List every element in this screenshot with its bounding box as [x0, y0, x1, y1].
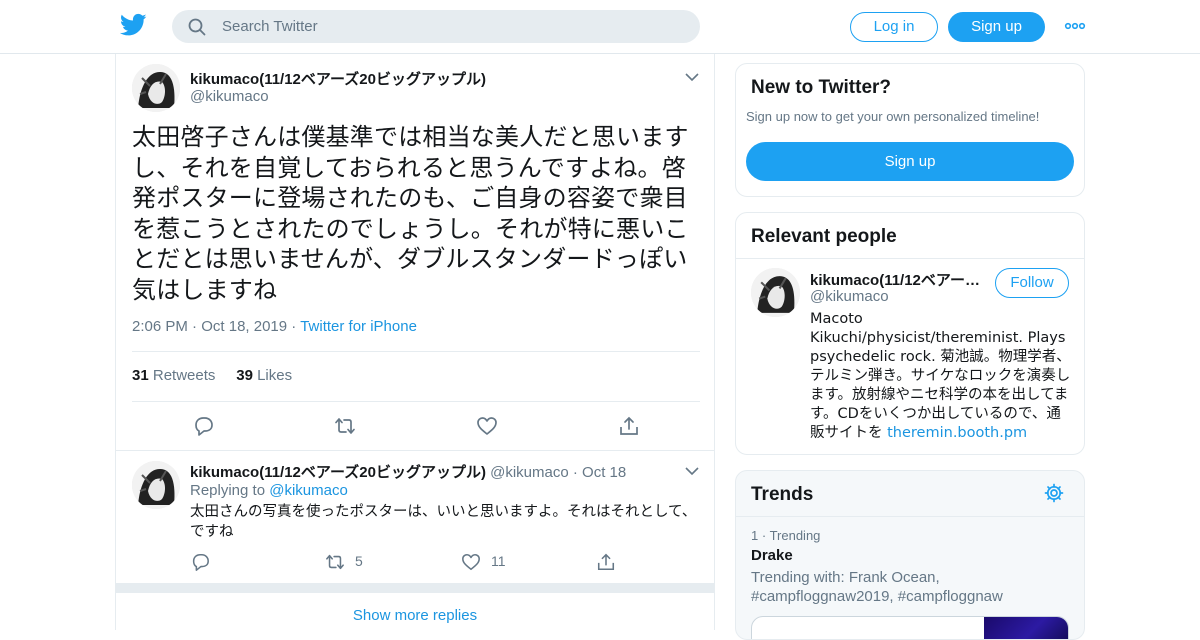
retweets-label: Retweets	[152, 367, 216, 384]
gear-icon[interactable]	[1044, 483, 1064, 503]
section-separator	[116, 583, 714, 593]
divider	[132, 351, 700, 352]
share-icon[interactable]	[618, 415, 640, 437]
meta-separator: ·	[761, 528, 770, 543]
card-subtitle: Sign up now to get your own personalized…	[746, 109, 1040, 124]
trend-media-thumbnail	[984, 617, 1068, 639]
author-handle[interactable]: @kikumaco	[190, 88, 269, 105]
likes-stat[interactable]: 39 Likes	[236, 367, 292, 384]
divider	[736, 258, 1084, 259]
like-heart-icon[interactable]	[476, 415, 498, 437]
retweet-icon	[326, 554, 344, 570]
trend-label: Trending	[769, 528, 821, 543]
card-title: Relevant people	[751, 226, 897, 247]
meta-separator: ·	[291, 318, 301, 335]
show-more-replies-link[interactable]: Show more replies	[116, 607, 714, 624]
like-action[interactable]: 11	[461, 552, 521, 572]
tweet-time[interactable]: 2:06 PM	[132, 318, 188, 335]
avatar[interactable]	[132, 461, 180, 509]
trends-card: Trends 1 · Trending Drake Trending with:…	[735, 470, 1085, 640]
tweet-source-link[interactable]: Twitter for iPhone	[300, 318, 417, 335]
trend-media-card[interactable]	[751, 616, 1069, 639]
new-to-twitter-card: New to Twitter? Sign up now to get your …	[735, 63, 1085, 197]
tweet-meta: 2:06 PM · Oct 18, 2019 · Twitter for iPh…	[132, 318, 417, 335]
chevron-down-icon[interactable]	[685, 466, 699, 476]
relevant-people-card: Relevant people kikumaco(11/12ベアー… @kiku…	[735, 212, 1085, 455]
person-bio: Macoto Kikuchi/physicist/thereminist. Pl…	[810, 310, 1072, 443]
login-button[interactable]: Log in	[850, 12, 938, 42]
share-icon	[597, 553, 615, 571]
share-action[interactable]	[596, 552, 620, 572]
more-options-icon[interactable]	[1064, 16, 1086, 36]
divider	[736, 516, 1084, 517]
reply-icon	[192, 553, 209, 571]
twitter-bird-icon[interactable]	[120, 13, 147, 37]
divider	[132, 401, 700, 402]
trend-name[interactable]: Drake	[751, 547, 793, 564]
avatar-illustration	[751, 268, 800, 317]
like-heart-icon	[462, 553, 480, 571]
replying-to-link[interactable]: @kikumaco	[269, 482, 348, 499]
reply-author-handle[interactable]: @kikumaco	[490, 464, 569, 481]
person-name[interactable]: kikumaco(11/12ベアー…	[810, 269, 980, 290]
search-box	[172, 10, 700, 43]
tweet-stats: 31 Retweets 39 Likes	[132, 367, 292, 384]
avatar[interactable]	[751, 268, 800, 317]
trend-context: 1 · Trending	[751, 528, 820, 543]
bio-text: Macoto Kikuchi/physicist/thereminist. Pl…	[810, 311, 1071, 441]
replying-prefix: Replying to	[190, 482, 266, 499]
author-name[interactable]: kikumaco(11/12ベアーズ20ビッグアップル)	[190, 68, 486, 89]
avatar-illustration	[132, 64, 180, 112]
follow-button[interactable]: Follow	[995, 268, 1069, 298]
avatar-illustration	[132, 461, 180, 509]
avatar[interactable]	[132, 64, 180, 112]
tweet-column: kikumaco(11/12ベアーズ20ビッグアップル) @kikumaco 太…	[115, 54, 715, 630]
trend-related: Trending with: Frank Ocean, #campfloggna…	[751, 569, 1003, 605]
reply-retweet-count: 5	[355, 553, 363, 569]
search-icon	[188, 18, 206, 36]
reply-date[interactable]: Oct 18	[582, 464, 626, 481]
tweet-date[interactable]: Oct 18, 2019	[201, 318, 287, 335]
likes-label: Likes	[257, 367, 293, 384]
retweets-stat[interactable]: 31 Retweets	[132, 367, 215, 384]
chevron-down-icon[interactable]	[685, 72, 699, 82]
reply-header: kikumaco(11/12ベアーズ20ビッグアップル) @kikumaco ·…	[190, 461, 626, 482]
retweet-action[interactable]: 5	[325, 552, 385, 572]
reply-icon[interactable]	[192, 415, 214, 437]
top-navigation-bar: Log in Sign up	[0, 0, 1200, 54]
signup-button[interactable]: Sign up	[948, 12, 1045, 42]
retweets-count: 31	[132, 367, 149, 384]
bio-link[interactable]: theremin.booth.pm	[887, 425, 1027, 441]
likes-count: 39	[236, 367, 253, 384]
tweet-text: 太田啓子さんは僕基準では相当な美人だと思います し、それを自覚しておられると思う…	[132, 123, 689, 304]
divider	[116, 450, 714, 451]
reply-author-name[interactable]: kikumaco(11/12ベアーズ20ビッグアップル)	[190, 464, 486, 481]
search-input[interactable]	[222, 10, 682, 43]
reply-action[interactable]	[190, 552, 214, 572]
card-title: New to Twitter?	[751, 77, 892, 98]
retweet-icon[interactable]	[334, 415, 356, 437]
card-signup-button[interactable]: Sign up	[746, 142, 1074, 181]
person-handle[interactable]: @kikumaco	[810, 288, 889, 305]
replying-to: Replying to @kikumaco	[190, 482, 348, 499]
reply-text: 太田さんの写真を使ったポスターは、いいと思いますよ。それはそれとして、ですね	[190, 504, 697, 540]
meta-separator: ·	[572, 464, 583, 481]
reply-like-count: 11	[491, 553, 506, 569]
trend-rank: 1	[751, 528, 759, 543]
card-title: Trends	[751, 484, 814, 505]
meta-separator: ·	[192, 318, 202, 335]
